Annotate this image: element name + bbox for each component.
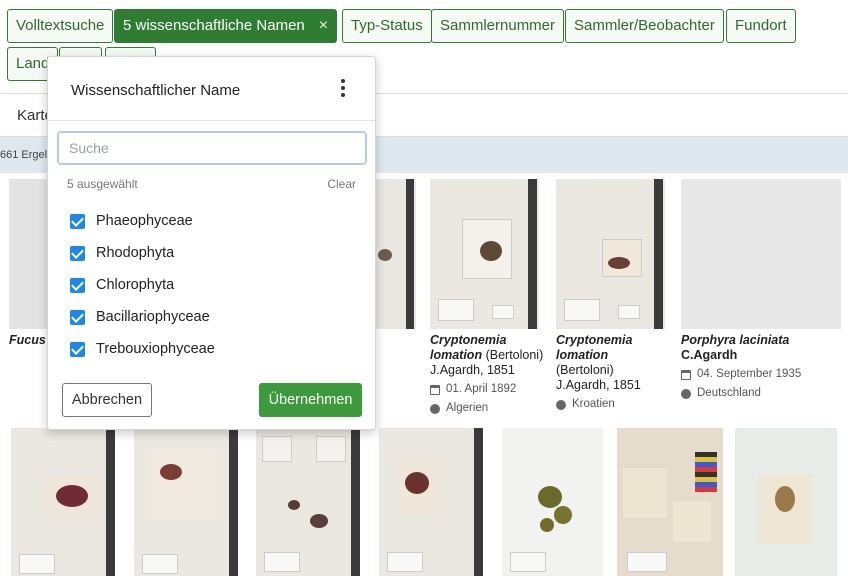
specimen-image[interactable] — [9, 179, 49, 329]
specimen-image[interactable] — [556, 179, 665, 329]
apply-button[interactable]: Übernehmen — [259, 383, 362, 417]
specimen-image[interactable] — [617, 428, 723, 576]
specimen-country: Deutschland — [697, 387, 761, 399]
specimen-country: Kroatien — [572, 398, 615, 410]
filter-chip-label: 5 wissenschaftliche Namen — [123, 17, 305, 34]
scientific-name-filter-popup: Wissenschaftlicher Name 5 ausgewählt Cle… — [47, 56, 376, 430]
specimen-image[interactable] — [735, 428, 837, 576]
option-chlorophyta[interactable]: Chlorophyta — [70, 275, 174, 295]
option-label: Trebouxiophyceae — [96, 341, 215, 357]
specimen-image[interactable] — [430, 179, 539, 329]
specimen-image[interactable] — [379, 428, 483, 576]
specimen-name[interactable]: Fucus c — [9, 333, 47, 347]
specimen-card-meta: Fucus c — [9, 333, 47, 348]
globe-icon — [556, 399, 566, 410]
specimen-name[interactable]: Cryptonemia lomation — [556, 333, 632, 362]
specimen-image[interactable] — [502, 428, 603, 576]
specimen-date: 04. September 1935 — [697, 368, 802, 380]
selected-count: 5 ausgewählt — [67, 177, 138, 191]
specimen-card-meta: Cryptonemia lomation (Bertoloni) J.Agard… — [430, 333, 548, 416]
option-trebouxiophyceae[interactable]: Trebouxiophyceae — [70, 339, 215, 359]
specimen-country: Algerien — [446, 402, 489, 414]
clear-button[interactable]: Clear — [327, 177, 356, 191]
filter-chip-scientific-names[interactable]: 5 wissenschaftliche Namen × — [114, 9, 338, 43]
specimen-author: C.Agardh — [681, 348, 738, 362]
search-input[interactable] — [57, 131, 367, 165]
calendar-icon — [681, 369, 691, 380]
checkbox-checked-icon[interactable] — [70, 245, 85, 261]
checkbox-checked-icon[interactable] — [70, 341, 85, 357]
option-label: Phaeophyceae — [96, 213, 193, 229]
checkbox-checked-icon[interactable] — [70, 277, 85, 293]
checkbox-checked-icon[interactable] — [70, 213, 85, 229]
specimen-image[interactable] — [376, 179, 416, 329]
filter-chip-collector-number[interactable]: Sammlernummer — [431, 9, 565, 43]
filter-chip-type-status[interactable]: Typ-Status — [342, 9, 432, 43]
option-rhodophyta[interactable]: Rhodophyta — [70, 243, 174, 263]
specimen-name[interactable]: Porphyra laciniata — [681, 333, 789, 347]
filter-chip-fulltext[interactable]: Volltextsuche — [7, 9, 114, 43]
specimen-image[interactable] — [134, 428, 238, 576]
specimen-image[interactable] — [11, 428, 115, 576]
option-bacillariophyceae[interactable]: Bacillariophyceae — [70, 307, 210, 327]
filter-chip-collector[interactable]: Sammler/Beobachter — [565, 9, 724, 43]
specimen-image[interactable] — [681, 179, 841, 329]
popup-header: Wissenschaftlicher Name — [48, 57, 375, 121]
specimen-author: (Bertoloni) J.Agardh, 1851 — [556, 363, 641, 392]
popup-title: Wissenschaftlicher Name — [71, 82, 241, 99]
result-count: 661 Ergel — [0, 149, 48, 161]
close-icon[interactable]: × — [319, 17, 328, 34]
specimen-card-meta: Porphyra laciniata C.Agardh 04. Septembe… — [681, 333, 846, 401]
calendar-icon — [430, 384, 440, 395]
option-label: Chlorophyta — [96, 277, 175, 293]
option-label: Bacillariophyceae — [96, 309, 210, 325]
filter-chip-locality[interactable]: Fundort — [726, 9, 796, 43]
globe-icon — [681, 388, 691, 399]
specimen-date: 01. April 1892 — [446, 383, 517, 395]
option-label: Rhodophyta — [96, 245, 175, 261]
globe-icon — [430, 403, 440, 414]
checkbox-checked-icon[interactable] — [70, 309, 85, 325]
kebab-vertical-icon[interactable] — [339, 79, 347, 99]
cancel-button[interactable]: Abbrechen — [62, 383, 152, 417]
specimen-image[interactable] — [256, 428, 360, 576]
option-phaeophyceae[interactable]: Phaeophyceae — [70, 211, 193, 231]
specimen-card-meta: Cryptonemia lomation (Bertoloni) J.Agard… — [556, 333, 668, 412]
